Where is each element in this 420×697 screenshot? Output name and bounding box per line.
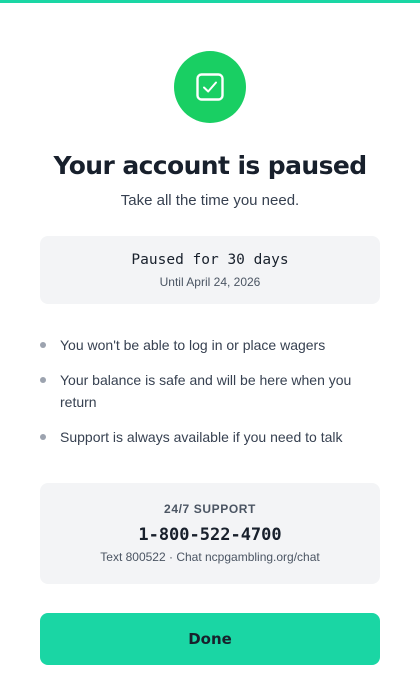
list-item: Your balance is safe and will be here wh… (40, 369, 380, 413)
bullet-dot-icon (40, 377, 46, 383)
pause-duration-card: Paused for 30 days Until April 24, 2026 (40, 236, 380, 304)
bullet-dot-icon (40, 434, 46, 440)
page-title: Your account is paused (53, 151, 368, 180)
list-item-text: Support is always available if you need … (60, 429, 343, 445)
done-button[interactable]: Done (40, 613, 380, 665)
list-item-text: Your balance is safe and will be here wh… (60, 372, 352, 410)
support-alternatives: Text 800522 · Chat ncpgambling.org/chat (100, 550, 320, 564)
pause-duration-text: Paused for 30 days (131, 252, 289, 268)
pause-end-date: Until April 24, 2026 (159, 275, 261, 289)
list-item: Support is always available if you need … (40, 426, 380, 448)
pause-notes-list: You won't be able to log in or place wag… (40, 334, 380, 461)
support-card: 24/7 SUPPORT 1-800-522-4700 Text 800522 … (40, 483, 380, 584)
list-item-text: You won't be able to log in or place wag… (60, 337, 326, 353)
bullet-dot-icon (40, 342, 46, 348)
top-accent-bar (0, 0, 420, 3)
page-subtitle: Take all the time you need. (120, 192, 300, 209)
success-badge (174, 51, 246, 123)
check-square-icon (196, 73, 224, 101)
support-label: 24/7 SUPPORT (164, 502, 256, 516)
support-phone-number: 1-800-522-4700 (138, 525, 282, 545)
list-item: You won't be able to log in or place wag… (40, 334, 380, 356)
